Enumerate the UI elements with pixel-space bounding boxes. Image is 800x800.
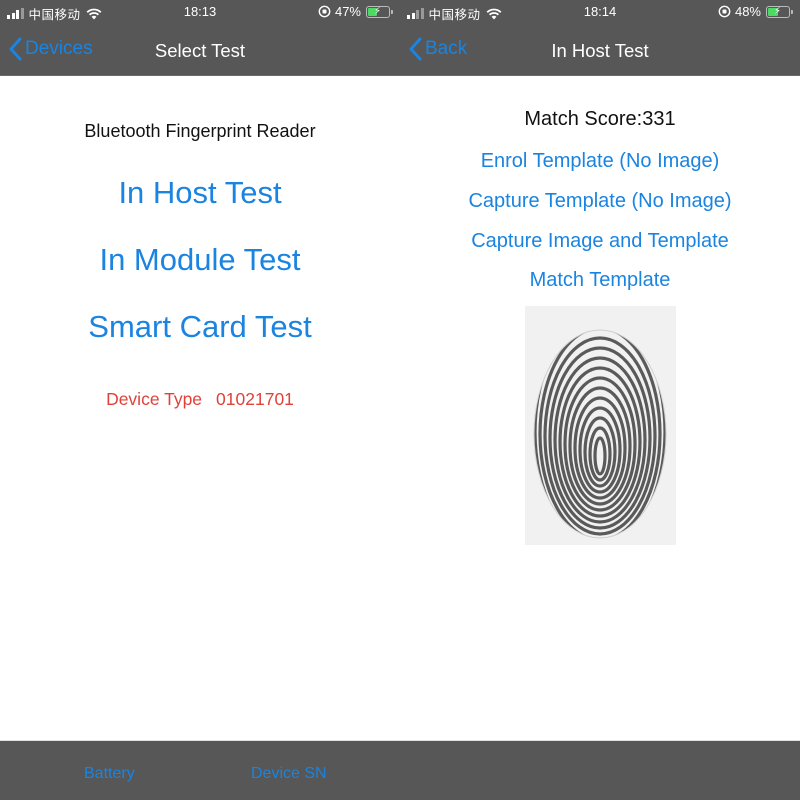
- status-bar: 中国移动 18:13 47% ⚡: [0, 0, 400, 24]
- device-name-label: Bluetooth Fingerprint Reader: [84, 121, 316, 141]
- smart-card-test-button[interactable]: Smart Card Test: [0, 309, 400, 345]
- enrol-template-button[interactable]: Enrol Template (No Image): [400, 150, 800, 173]
- top-bar: 中国移动 18:13 47% ⚡ Devices Select Test: [0, 0, 400, 76]
- capture-image-template-button[interactable]: Capture Image and Template: [400, 230, 800, 253]
- battery-icon: ⚡: [366, 5, 393, 18]
- device-type-value: 01021701: [216, 389, 294, 409]
- chevron-left-icon: [9, 37, 22, 61]
- orientation-lock-icon: [718, 5, 731, 18]
- charging-bolt-icon: ⚡: [374, 5, 382, 17]
- match-score-label: Match Score:331: [524, 108, 676, 130]
- in-host-test-content: Match Score:331 Enrol Template (No Image…: [400, 77, 800, 740]
- fingerprint-image: [525, 306, 676, 545]
- battery-percent: 48%: [734, 4, 761, 19]
- in-host-test-screen: 中国移动 18:14 48% ⚡ Back In Host Test Match…: [400, 0, 800, 800]
- status-bar: 中国移动 18:14 48% ⚡: [400, 0, 800, 24]
- battery-icon: ⚡: [766, 5, 793, 18]
- back-label: Back: [425, 38, 468, 59]
- navigation-bar: Devices Select Test: [0, 26, 400, 76]
- fingerprint-icon: [533, 329, 667, 539]
- charging-bolt-icon: ⚡: [774, 5, 782, 17]
- orientation-lock-icon: [318, 5, 331, 18]
- chevron-left-icon: [409, 37, 422, 61]
- in-module-test-button[interactable]: In Module Test: [0, 242, 400, 278]
- battery-percent: 47%: [334, 4, 361, 19]
- capture-template-button[interactable]: Capture Template (No Image): [400, 190, 800, 213]
- in-host-test-button[interactable]: In Host Test: [0, 175, 400, 211]
- match-template-button[interactable]: Match Template: [400, 269, 800, 292]
- back-label: Devices: [25, 38, 93, 59]
- device-sn-button[interactable]: Device SN: [251, 765, 327, 783]
- battery-button[interactable]: Battery: [84, 765, 135, 783]
- navigation-bar: Back In Host Test: [400, 26, 800, 76]
- back-button[interactable]: Back: [408, 37, 467, 61]
- device-type-label: Device Type: [106, 389, 203, 409]
- top-bar: 中国移动 18:14 48% ⚡ Back In Host Test: [400, 0, 800, 76]
- bottom-toolbar: [400, 740, 800, 800]
- device-type-row: Device Type 01021701: [0, 389, 400, 410]
- back-button-devices[interactable]: Devices: [8, 37, 93, 61]
- select-test-screen: 中国移动 18:13 47% ⚡ Devices Select Test Blu…: [0, 0, 400, 800]
- bottom-toolbar: Battery Device SN: [0, 740, 400, 800]
- select-test-content: Bluetooth Fingerprint Reader In Host Tes…: [0, 77, 400, 740]
